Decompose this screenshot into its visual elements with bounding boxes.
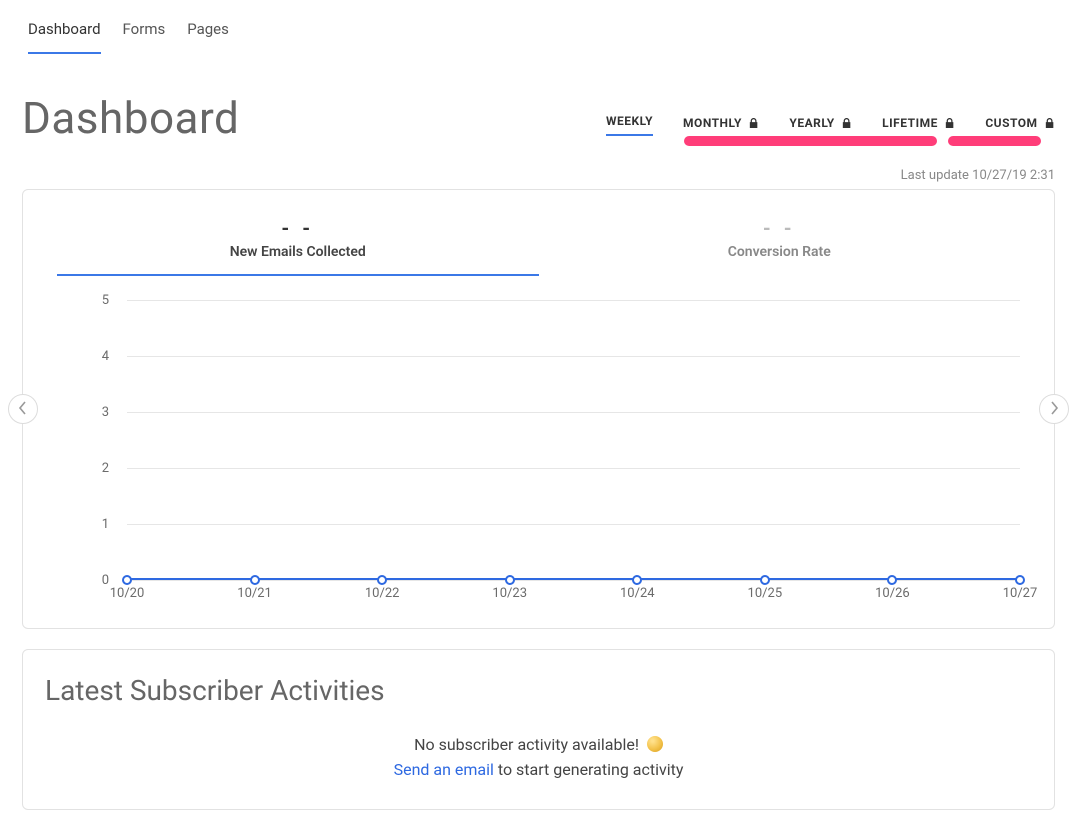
lock-icon	[749, 116, 759, 130]
gridline	[127, 524, 1020, 525]
nav-tab-forms[interactable]: Forms	[123, 20, 166, 54]
chart-tab-value: - -	[539, 216, 1021, 240]
x-tick: 10/27	[1003, 586, 1038, 601]
lock-icon	[945, 116, 955, 130]
activities-title: Latest Subscriber Activities	[45, 674, 1032, 707]
x-tick: 10/25	[748, 586, 783, 601]
chart-data-point[interactable]	[377, 575, 387, 585]
y-axis: 543210	[57, 300, 127, 580]
range-tab-lifetime[interactable]: LIFETIME	[882, 116, 955, 136]
page-title: Dashboard	[22, 92, 239, 144]
header-row: Dashboard WEEKLY MONTHLY YEARLY LIFETIME…	[22, 92, 1055, 144]
x-tick: 10/26	[875, 586, 910, 601]
annotation-highlight	[948, 136, 1041, 146]
chevron-left-icon	[18, 400, 28, 419]
x-tick: 10/20	[110, 586, 145, 601]
chart-data-point[interactable]	[1015, 575, 1025, 585]
x-tick: 10/22	[365, 586, 400, 601]
crystal-ball-icon	[647, 736, 663, 752]
range-tab-label: WEEKLY	[606, 114, 653, 128]
chart-card: - - New Emails Collected - - Conversion …	[22, 189, 1055, 629]
range-tab-label: CUSTOM	[985, 116, 1037, 130]
last-update-text: Last update 10/27/19 2:31	[22, 168, 1055, 183]
x-tick: 10/23	[492, 586, 527, 601]
lock-icon	[842, 116, 852, 130]
x-axis: 10/2010/2110/2210/2310/2410/2510/2610/27	[127, 586, 1020, 606]
x-tick: 10/21	[237, 586, 272, 601]
chart-area: 543210	[57, 300, 1020, 580]
chart-tab-value: - -	[57, 216, 539, 240]
range-tab-yearly[interactable]: YEARLY	[789, 116, 852, 136]
nav-tab-dashboard[interactable]: Dashboard	[28, 20, 101, 54]
chart-data-point[interactable]	[505, 575, 515, 585]
chart-data-point[interactable]	[760, 575, 770, 585]
gridline	[127, 580, 1020, 581]
activities-suffix-text: to start generating activity	[494, 760, 684, 779]
chart-data-point[interactable]	[887, 575, 897, 585]
annotation-highlight	[684, 136, 937, 146]
gridline	[127, 300, 1020, 301]
nav-tab-pages[interactable]: Pages	[187, 20, 229, 54]
x-tick: 10/24	[620, 586, 655, 601]
gridline	[127, 412, 1020, 413]
chart-data-point[interactable]	[632, 575, 642, 585]
chart-tabs: - - New Emails Collected - - Conversion …	[57, 216, 1020, 276]
chart-prev-button[interactable]	[8, 394, 38, 424]
chart-plot	[127, 300, 1020, 580]
chart-next-button[interactable]	[1039, 394, 1069, 424]
chart-data-point[interactable]	[122, 575, 132, 585]
top-nav: Dashboard Forms Pages	[22, 20, 1055, 64]
range-tab-label: YEARLY	[789, 116, 834, 130]
chart-tab-emails[interactable]: - - New Emails Collected	[57, 216, 539, 276]
chevron-right-icon	[1049, 400, 1059, 419]
range-tabs: WEEKLY MONTHLY YEARLY LIFETIME CUSTOM	[606, 114, 1055, 144]
range-tab-label: MONTHLY	[683, 116, 742, 130]
activities-empty-state: No subscriber activity available! Send a…	[45, 735, 1032, 779]
chart-tab-label: Conversion Rate	[539, 244, 1021, 260]
range-tab-monthly[interactable]: MONTHLY	[683, 116, 759, 136]
chart-tab-label: New Emails Collected	[57, 244, 539, 260]
activities-empty-text: No subscriber activity available!	[414, 735, 639, 754]
gridline	[127, 356, 1020, 357]
chart-data-point[interactable]	[250, 575, 260, 585]
range-tab-label: LIFETIME	[882, 116, 938, 130]
chart-tab-conversion[interactable]: - - Conversion Rate	[539, 216, 1021, 276]
lock-icon	[1045, 116, 1055, 130]
range-tab-weekly[interactable]: WEEKLY	[606, 114, 653, 136]
gridline	[127, 468, 1020, 469]
send-email-link[interactable]: Send an email	[394, 760, 494, 779]
activities-card: Latest Subscriber Activities No subscrib…	[22, 649, 1055, 810]
range-tab-custom[interactable]: CUSTOM	[985, 116, 1055, 136]
